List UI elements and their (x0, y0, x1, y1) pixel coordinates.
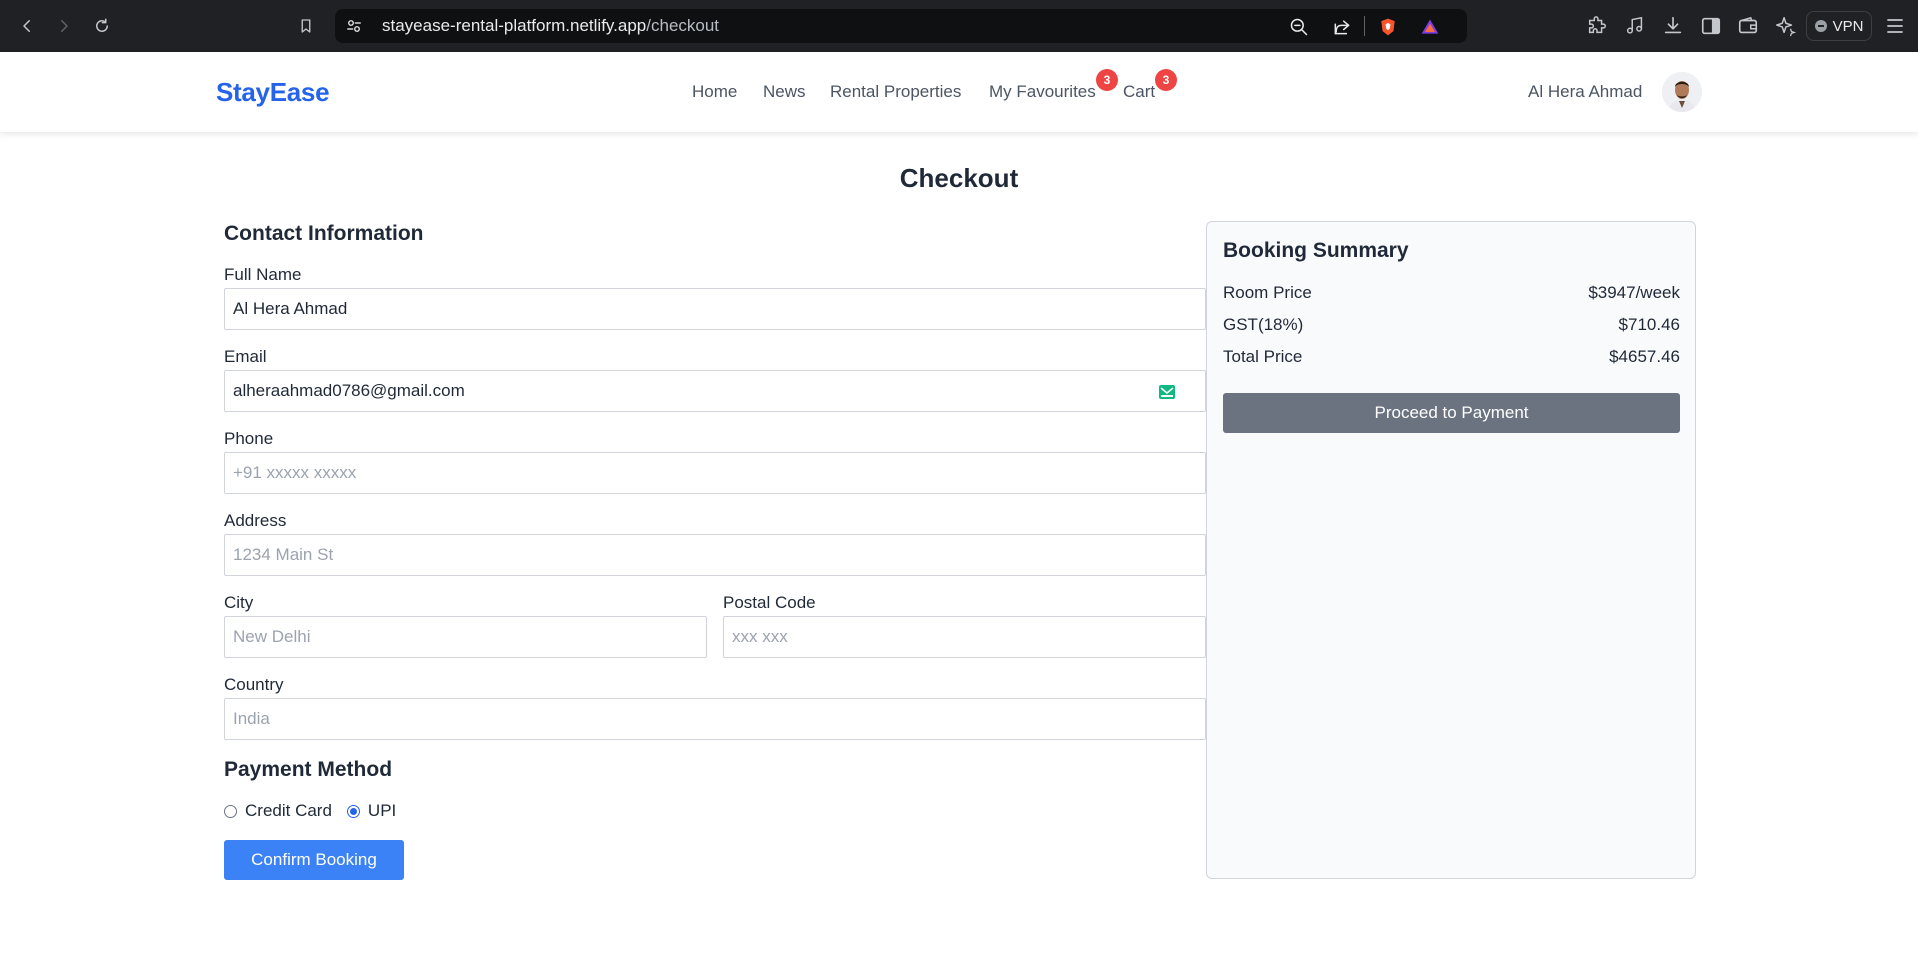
summary-row: GST(18%) $710.46 (1223, 315, 1680, 335)
url-text: stayease-rental-platform.netlify.app/che… (382, 16, 719, 36)
vpn-label: VPN (1832, 17, 1864, 35)
summary-row: Room Price $3947/week (1223, 283, 1680, 303)
nav-link-cart[interactable]: Cart (1123, 82, 1155, 102)
country-input[interactable] (233, 699, 1205, 739)
browser-toolbar: stayease-rental-platform.netlify.app/che… (0, 0, 1918, 52)
booking-summary-card: Booking Summary Room Price $3947/week GS… (1206, 221, 1696, 879)
total-price-value: $4657.46 (1609, 347, 1680, 366)
back-button[interactable] (15, 14, 39, 38)
payment-method-heading: Payment Method (224, 758, 393, 781)
email-input[interactable] (233, 371, 1133, 411)
room-price-value: $3947/week (1588, 283, 1680, 302)
page-title: Checkout (899, 163, 1019, 193)
city-input[interactable] (233, 617, 706, 657)
cart-count-badge: 3 (1155, 69, 1177, 91)
email-label: Email (224, 347, 267, 366)
reload-button[interactable] (90, 14, 114, 38)
email-field[interactable] (224, 370, 1206, 412)
forward-button[interactable] (52, 14, 76, 38)
room-price-label: Room Price (1223, 283, 1312, 302)
proceed-to-payment-button[interactable]: Proceed to Payment (1223, 393, 1680, 433)
zoom-out-icon[interactable] (1289, 17, 1309, 37)
menu-icon[interactable] (1886, 16, 1904, 36)
city-field[interactable] (224, 616, 707, 658)
postal-code-label: Postal Code (723, 593, 816, 612)
country-label: Country (224, 675, 284, 694)
user-avatar[interactable] (1662, 72, 1702, 112)
postal-code-input[interactable] (732, 617, 1205, 657)
share-icon[interactable] (1332, 17, 1352, 37)
vpn-button[interactable]: VPN (1806, 11, 1872, 41)
address-label: Address (224, 511, 287, 530)
extensions-icon[interactable] (1586, 15, 1608, 37)
reload-icon (96, 18, 108, 32)
site-settings-icon[interactable] (345, 17, 363, 35)
avatar-portrait-icon (1662, 72, 1702, 112)
summary-row: Total Price $4657.46 (1223, 347, 1680, 367)
upi-label[interactable]: UPI (368, 801, 396, 821)
music-icon[interactable] (1624, 15, 1646, 37)
booking-summary-heading: Booking Summary (1223, 239, 1409, 262)
bookmark-button[interactable] (294, 14, 318, 38)
favourites-count-badge: 3 (1096, 69, 1118, 91)
user-name[interactable]: Al Hera Ahmad (1528, 82, 1642, 102)
nav-link-news[interactable]: News (763, 82, 806, 102)
address-input[interactable] (233, 535, 1205, 575)
phone-field[interactable] (224, 452, 1206, 494)
bookmark-icon (301, 19, 311, 33)
divider (1364, 16, 1365, 36)
nav-link-rental-properties[interactable]: Rental Properties (830, 82, 961, 102)
url-path: /checkout (646, 16, 720, 35)
site-header: StayEase Home News Rental Properties My … (0, 52, 1918, 132)
address-field[interactable] (224, 534, 1206, 576)
credit-card-radio[interactable] (224, 804, 237, 818)
forward-arrow-icon (61, 20, 68, 32)
url-host: stayease-rental-platform.netlify.app (382, 16, 647, 35)
leo-ai-icon[interactable] (1774, 15, 1796, 37)
back-arrow-icon (23, 20, 30, 32)
email-autofill-icon[interactable] (1159, 385, 1175, 399)
phone-input[interactable] (233, 453, 1205, 493)
gst-value: $710.46 (1618, 315, 1680, 334)
vpn-status-icon (1814, 20, 1827, 32)
credit-card-label[interactable]: Credit Card (245, 801, 332, 821)
nav-link-home[interactable]: Home (692, 82, 737, 102)
contact-heading: Contact Information (224, 222, 424, 245)
total-price-label: Total Price (1223, 347, 1303, 366)
gst-label: GST(18%) (1223, 315, 1304, 334)
full-name-input[interactable] (233, 289, 1205, 329)
full-name-field[interactable] (224, 288, 1206, 330)
confirm-booking-button[interactable]: Confirm Booking (224, 840, 404, 880)
city-label: City (224, 593, 254, 612)
postal-code-field[interactable] (723, 616, 1206, 658)
address-bar[interactable]: stayease-rental-platform.netlify.app/che… (335, 9, 1467, 43)
brave-rewards-icon[interactable] (1420, 17, 1440, 37)
phone-label: Phone (224, 429, 274, 448)
brave-shield-icon[interactable] (1378, 17, 1398, 37)
full-name-label: Full Name (224, 265, 302, 284)
site-logo[interactable]: StayEase (216, 77, 330, 108)
nav-link-my-favourites[interactable]: My Favourites (989, 82, 1096, 102)
country-field[interactable] (224, 698, 1206, 740)
upi-radio[interactable] (346, 804, 360, 818)
payment-options: Credit Card UPI (224, 801, 396, 821)
download-icon[interactable] (1662, 15, 1684, 37)
sidebar-toggle-icon[interactable] (1700, 15, 1722, 37)
wallet-icon[interactable] (1737, 15, 1759, 37)
